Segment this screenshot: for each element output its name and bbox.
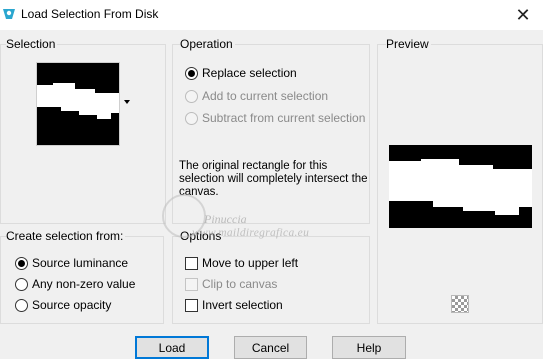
selection-group-label: Selection <box>6 37 58 51</box>
checkbox-label: Clip to canvas <box>202 277 278 291</box>
radio-indicator[interactable] <box>185 111 198 125</box>
create-from-group-label: Create selection from: <box>6 229 126 243</box>
checkbox-indicator[interactable] <box>185 256 198 270</box>
checkerboard-icon[interactable] <box>451 295 469 313</box>
radio-indicator[interactable] <box>15 298 28 312</box>
subtract-from-selection-radio[interactable]: Subtract from current selection <box>185 110 365 126</box>
close-icon[interactable]: ✕ <box>503 0 543 30</box>
source-opacity-radio[interactable]: Source opacity <box>15 297 111 313</box>
checkbox-indicator[interactable] <box>185 298 198 312</box>
selection-thumbnail[interactable] <box>36 62 120 146</box>
preview-group-label: Preview <box>386 37 431 51</box>
radio-label: Subtract from current selection <box>202 111 366 125</box>
chevron-down-icon[interactable] <box>124 100 130 104</box>
radio-indicator[interactable] <box>15 256 28 270</box>
any-non-zero-radio[interactable]: Any non-zero value <box>15 276 135 292</box>
options-group-label: Options <box>180 229 224 243</box>
radio-label: Source luminance <box>32 256 129 270</box>
radio-label: Source opacity <box>32 298 112 312</box>
title-bar: Load Selection From Disk ✕ <box>0 0 543 30</box>
app-icon <box>3 9 15 19</box>
replace-selection-radio[interactable]: Replace selection <box>185 65 297 81</box>
add-to-selection-radio[interactable]: Add to current selection <box>185 88 328 104</box>
operation-group-label: Operation <box>180 37 235 51</box>
radio-indicator[interactable] <box>185 89 198 103</box>
move-upper-left-checkbox[interactable]: Move to upper left <box>185 255 298 271</box>
radio-label: Add to current selection <box>202 89 329 103</box>
radio-indicator[interactable] <box>185 66 198 80</box>
radio-label: Any non-zero value <box>32 277 136 291</box>
invert-selection-checkbox[interactable]: Invert selection <box>185 297 283 313</box>
help-button[interactable]: Help <box>332 336 406 359</box>
radio-label: Replace selection <box>202 66 297 80</box>
cancel-button[interactable]: Cancel <box>234 336 307 359</box>
checkbox-label: Move to upper left <box>202 256 299 270</box>
checkbox-indicator[interactable] <box>185 277 198 291</box>
source-luminance-radio[interactable]: Source luminance <box>15 255 128 271</box>
radio-indicator[interactable] <box>15 277 28 291</box>
checkbox-label: Invert selection <box>202 298 283 312</box>
operation-info-text: The original rectangle for this selectio… <box>179 160 368 198</box>
load-button[interactable]: Load <box>135 336 209 359</box>
clip-to-canvas-checkbox[interactable]: Clip to canvas <box>185 276 277 292</box>
window-title: Load Selection From Disk <box>21 7 159 21</box>
preview-image <box>389 145 532 228</box>
